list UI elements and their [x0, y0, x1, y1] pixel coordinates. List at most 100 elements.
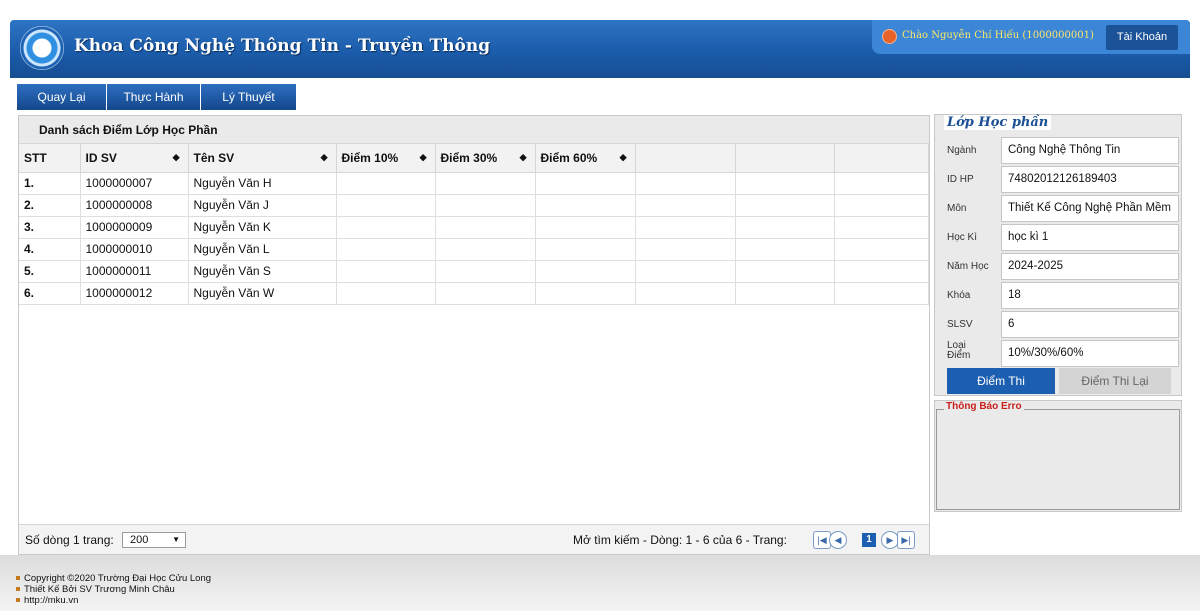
- info-label: Loại Điểm: [947, 340, 971, 361]
- cell-empty: [735, 172, 835, 195]
- sort-icon: ◆: [519, 152, 527, 162]
- cell-student-id: 1000000010: [80, 238, 189, 261]
- theory-button[interactable]: Lý Thuyết: [201, 84, 297, 110]
- info-value: Công Nghệ Thông Tin: [1001, 137, 1179, 164]
- cell-score-60: [535, 238, 636, 261]
- account-button[interactable]: Tài Khoản: [1106, 25, 1178, 50]
- cell-score-30: [435, 238, 536, 261]
- cell-empty: [735, 216, 835, 239]
- table-row[interactable]: 1. 1000000007 Nguyễn Văn H: [19, 172, 929, 195]
- footer-designer: Thiết Kế Bởi SV Trương Minh Châu: [16, 584, 175, 595]
- page-footer: Copyright ©2020 Trường Đại Học Cửu Long …: [0, 555, 1200, 611]
- cell-stt: 2.: [19, 194, 81, 217]
- info-row: ID HP 74802012126189403: [943, 166, 1179, 193]
- cell-student-name: Nguyễn Văn H: [188, 172, 337, 195]
- cell-student-id: 1000000009: [80, 216, 189, 239]
- prev-page-icon[interactable]: ◀: [829, 531, 847, 549]
- info-label: ID HP: [947, 174, 974, 185]
- pager-info: Mở tìm kiếm - Dòng: 1 - 6 của 6 - Trang:: [573, 533, 787, 547]
- table-row[interactable]: 6. 1000000012 Nguyễn Văn W: [19, 282, 929, 305]
- cell-score-30: [435, 260, 536, 283]
- cell-score-30: [435, 216, 536, 239]
- column-header-empty: [635, 144, 736, 173]
- action-nav: Quay Lại Thực Hành Lý Thuyết: [17, 84, 297, 110]
- rows-per-page-select[interactable]: 200 ▼: [122, 532, 186, 548]
- table-row[interactable]: 5. 1000000011 Nguyễn Văn S: [19, 260, 929, 283]
- cell-empty: [635, 172, 736, 195]
- current-page[interactable]: 1: [862, 533, 876, 547]
- info-value: 6: [1001, 311, 1179, 338]
- course-info-panel: Ngành Công Nghệ Thông Tin ID HP 74802012126…: [934, 114, 1182, 396]
- cell-empty: [635, 282, 736, 305]
- cell-score-30: [435, 172, 536, 195]
- cell-empty: [834, 172, 929, 195]
- info-row: Năm Học 2024-2025: [943, 253, 1179, 280]
- info-value: 18: [1001, 282, 1179, 309]
- cell-empty: [635, 238, 736, 261]
- grade-table: STT ID SV ◆ Tên SV ◆ Điểm 10% ◆ Điểm 30% ◆ Đ…: [19, 144, 929, 305]
- cell-score-10: [336, 194, 436, 217]
- info-label: Năm Học: [947, 261, 989, 272]
- cell-student-name: Nguyễn Văn L: [188, 238, 337, 261]
- user-box: Chào Nguyễn Chí Hiếu (1000000001) Tài Kh…: [872, 20, 1190, 54]
- info-row: Môn Thiết Kế Công Nghệ Phần Mềm: [943, 195, 1179, 222]
- cell-score-60: [535, 216, 636, 239]
- last-page-icon[interactable]: ▶|: [897, 531, 915, 549]
- info-row: Khóa 18: [943, 282, 1179, 309]
- column-header-score-60[interactable]: Điểm 60% ◆: [535, 144, 636, 173]
- info-label: Khóa: [947, 290, 971, 301]
- cell-empty: [635, 216, 736, 239]
- user-greeting: Chào Nguyễn Chí Hiếu (1000000001): [902, 30, 1094, 41]
- table-row[interactable]: 2. 1000000008 Nguyễn Văn J: [19, 194, 929, 217]
- sort-icon: ◆: [172, 152, 180, 162]
- sort-icon: ◆: [619, 152, 627, 162]
- info-value: 2024-2025: [1001, 253, 1179, 280]
- rows-per-page-label: Số dòng 1 trang:: [25, 533, 114, 547]
- table-caption: Danh sách Điểm Lớp Học Phần: [19, 116, 929, 144]
- bullet-icon: [16, 587, 20, 592]
- cell-student-id: 1000000007: [80, 172, 189, 195]
- info-row: Ngành Công Nghệ Thông Tin: [943, 137, 1179, 164]
- cell-student-id: 1000000008: [80, 194, 189, 217]
- cell-score-60: [535, 260, 636, 283]
- cell-stt: 1.: [19, 172, 81, 195]
- column-header-id[interactable]: ID SV ◆: [80, 144, 189, 173]
- table-pager: Số dòng 1 trang: 200 ▼ Mở tìm kiếm - Dòn…: [19, 524, 929, 554]
- info-label: Ngành: [947, 145, 977, 156]
- info-row: Học Kì học kì 1: [943, 224, 1179, 251]
- cell-empty: [735, 282, 835, 305]
- retake-score-tab[interactable]: Điểm Thi Lại: [1059, 368, 1171, 394]
- cell-score-10: [336, 260, 436, 283]
- info-value: học kì 1: [1001, 224, 1179, 251]
- cell-student-name: Nguyễn Văn W: [188, 282, 337, 305]
- column-header-score-10[interactable]: Điểm 10% ◆: [336, 144, 436, 173]
- column-header-empty: [735, 144, 835, 173]
- cell-student-id: 1000000012: [80, 282, 189, 305]
- cell-student-id: 1000000011: [80, 260, 189, 283]
- footer-link[interactable]: http://mku.vn: [16, 595, 78, 606]
- cell-empty: [735, 238, 835, 261]
- cell-empty: [834, 260, 929, 283]
- table-row[interactable]: 4. 1000000010 Nguyễn Văn L: [19, 238, 929, 261]
- sort-icon: ◆: [419, 152, 427, 162]
- cell-stt: 4.: [19, 238, 81, 261]
- info-label: Học Kì: [947, 232, 978, 243]
- info-value: 10%/30%/60%: [1001, 340, 1179, 367]
- column-header-name[interactable]: Tên SV ◆: [188, 144, 337, 173]
- column-header-empty: [834, 144, 929, 173]
- cell-empty: [834, 194, 929, 217]
- info-value: 74802012126189403: [1001, 166, 1179, 193]
- cell-stt: 3.: [19, 216, 81, 239]
- logo-icon: [20, 26, 64, 70]
- column-header-stt[interactable]: STT: [19, 144, 81, 173]
- cell-score-30: [435, 194, 536, 217]
- back-button[interactable]: Quay Lại: [17, 84, 107, 110]
- info-value: Thiết Kế Công Nghệ Phần Mềm: [1001, 195, 1179, 222]
- exam-score-tab[interactable]: Điểm Thi: [947, 368, 1055, 394]
- column-header-score-30[interactable]: Điểm 30% ◆: [435, 144, 536, 173]
- chevron-down-icon: ▼: [172, 535, 180, 544]
- table-row[interactable]: 3. 1000000009 Nguyễn Văn K: [19, 216, 929, 239]
- cell-stt: 5.: [19, 260, 81, 283]
- practice-button[interactable]: Thực Hành: [107, 84, 201, 110]
- cell-empty: [735, 194, 835, 217]
